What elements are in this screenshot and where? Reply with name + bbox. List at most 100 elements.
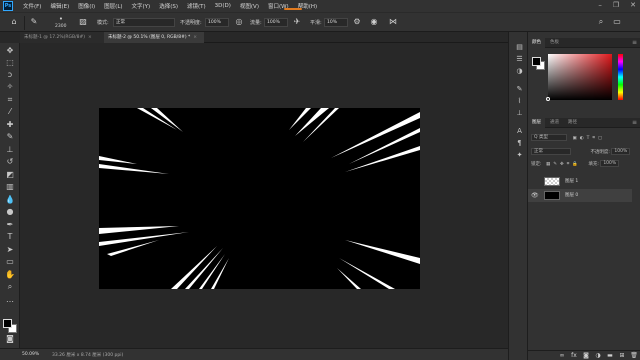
restore-button[interactable]: ❐ [613,1,619,9]
eraser-tool-icon[interactable]: ◩ [4,169,16,180]
layer-kind-filter[interactable]: Q 类型 [531,134,567,141]
history-brush-tool-icon[interactable]: ↺ [4,156,16,167]
close-button[interactable]: ✕ [630,1,636,9]
menu-view[interactable]: 视图(V) [240,2,259,10]
lock-icons[interactable]: ▦✎✥⌗🔒 [546,162,581,167]
dodge-tool-icon[interactable]: ● [4,206,16,217]
mode-select[interactable]: 正常 [113,18,175,27]
layer-opacity-field[interactable]: 100% [611,148,631,155]
blend-mode-select[interactable]: 正常 [531,148,571,155]
zoom-tool-icon[interactable]: ⌕ [4,281,16,292]
new-group-icon[interactable]: ▬ [606,352,614,360]
adjustment-layer-icon[interactable]: ◑ [594,352,602,360]
clone-source-panel-icon[interactable]: ⊥ [514,108,525,118]
flow-field[interactable]: 100% [264,18,288,27]
menu-select[interactable]: 选择(S) [159,2,178,10]
photoshop-logo[interactable]: Ps [3,1,13,11]
move-tool-icon[interactable]: ✥ [4,45,16,56]
pressure-size-icon[interactable]: ◉ [369,17,379,27]
clone-stamp-tool-icon[interactable]: ⊥ [4,144,16,155]
menu-filter[interactable]: 滤镜(T) [187,2,206,10]
path-selection-tool-icon[interactable]: ➤ [4,244,16,255]
color-picker-field[interactable] [548,54,612,100]
airbrush-icon[interactable]: ✈ [292,17,302,27]
doc-tab-1[interactable]: 未标题-1 @ 17.2%(RGB/8#) × [20,32,104,43]
lock-row: 锁定: ▦✎✥⌗🔒 填充: 100% [531,160,620,168]
foreground-color-swatch[interactable] [3,319,12,328]
close-tab-icon[interactable]: × [88,35,92,40]
new-layer-icon[interactable]: ⊞ [618,352,626,360]
hue-slider[interactable] [618,54,623,100]
layer-style-icon[interactable]: fx [570,352,578,360]
filter-icons[interactable]: ▣◐T⌗▢ [572,136,605,141]
panel-menu-icon[interactable]: ≡ [632,38,637,48]
rectangle-tool-icon[interactable]: ▭ [4,256,16,267]
document-canvas[interactable] [99,108,420,289]
menu-type[interactable]: 文字(Y) [132,2,151,10]
glyphs-panel-icon[interactable]: ✦ [514,150,525,160]
character-panel-icon[interactable]: A [514,126,525,136]
blur-tool-icon[interactable]: 💧 [4,194,16,205]
menu-file[interactable]: 文件(F) [23,2,41,10]
home-icon[interactable]: ⌂ [9,17,19,27]
eyedropper-tool-icon[interactable]: ⁄ [4,106,16,117]
search-icon[interactable]: ⌕ [596,17,606,27]
opacity-field[interactable]: 100% [205,18,229,27]
symmetry-butterfly-icon[interactable]: ⋈ [388,17,398,27]
speed-line [99,164,169,174]
crop-tool-icon[interactable]: ⌗ [4,94,16,105]
panel-menu-icon[interactable]: ≡ [632,118,637,128]
eye-icon[interactable]: 👁 [531,189,539,202]
brush-preview-icon[interactable]: • [56,14,66,24]
type-tool-icon[interactable]: T [4,231,16,242]
panel-foreground-swatch[interactable] [532,57,541,66]
link-layers-icon[interactable]: ∞ [558,352,566,360]
history-panel-icon[interactable]: ▤ [514,42,525,52]
menu-layer[interactable]: 图层(L) [104,2,122,10]
document-info[interactable]: 33.26 厘米 x 8.74 厘米 (300 ppi) [52,352,123,358]
paragraph-panel-icon[interactable]: ¶ [514,138,525,148]
close-tab-icon[interactable]: × [193,35,197,40]
menu-edit[interactable]: 编辑(E) [50,2,69,10]
quick-select-tool-icon[interactable]: ✧ [4,81,16,92]
minimize-button[interactable]: – [598,1,602,9]
tab-swatches[interactable]: 色板 [546,38,563,48]
layer-name: 图层 0 [565,193,579,198]
delete-layer-icon[interactable]: 🗑 [630,352,638,360]
gradient-tool-icon[interactable]: ▥ [4,181,16,192]
marquee-tool-icon[interactable]: ⬚ [4,57,16,68]
brushes-panel-icon[interactable]: ⌇ [514,96,525,106]
add-mask-icon[interactable]: ◙ [582,352,590,360]
pen-tool-icon[interactable]: ✒ [4,219,16,230]
healing-brush-tool-icon[interactable]: ✚ [4,119,16,130]
layers-panel-tabs: 图层 通道 路径 ≡ [528,118,640,128]
brush-settings-panel-icon[interactable]: ✎ [514,84,525,94]
smoothing-field[interactable]: 10% [324,18,348,27]
adjustments-panel-icon[interactable]: ◑ [514,66,525,76]
brush-settings-icon[interactable]: ▨ [78,17,88,27]
hand-tool-icon[interactable]: ✋ [4,269,16,280]
layer-row-layer-1[interactable]: 图层 1 [528,175,632,188]
smoothing-options-gear-icon[interactable]: ⚙ [352,17,362,27]
pressure-opacity-icon[interactable]: ◎ [234,17,244,27]
fill-field[interactable]: 100% [600,160,620,167]
panel-icon-strip: ▤ ☰ ◑ ✎ ⌇ ⊥ A ¶ ✦ [508,32,528,360]
brush-tool-icon[interactable]: ✎ [4,131,16,142]
zoom-level-field[interactable]: 50.09% [22,352,39,357]
brush-tool-preset-icon[interactable]: ✎ [29,17,39,27]
quick-mask-icon[interactable]: ◙ [4,333,16,344]
tab-layers[interactable]: 图层 [528,118,545,128]
menu-highlight-underline [284,8,302,10]
more-tools-icon[interactable]: … [4,294,16,305]
tab-paths[interactable]: 路径 [564,118,581,128]
workspace-icon[interactable]: ▭ [612,17,622,27]
tab-channels[interactable]: 通道 [546,118,563,128]
layer-row-layer-0[interactable]: 👁 图层 0 [528,189,632,202]
menu-3d[interactable]: 3D(D) [215,3,231,9]
tab-color[interactable]: 颜色 [528,38,545,48]
properties-panel-icon[interactable]: ☰ [514,54,525,64]
doc-tab-2[interactable]: 未标题-2 @ 50.1% (图层 0, RGB/8#) * × [104,32,204,43]
lasso-tool-icon[interactable]: ↄ [4,69,16,80]
color-picker-marker[interactable] [546,97,550,101]
menu-image[interactable]: 图像(I) [78,2,95,10]
